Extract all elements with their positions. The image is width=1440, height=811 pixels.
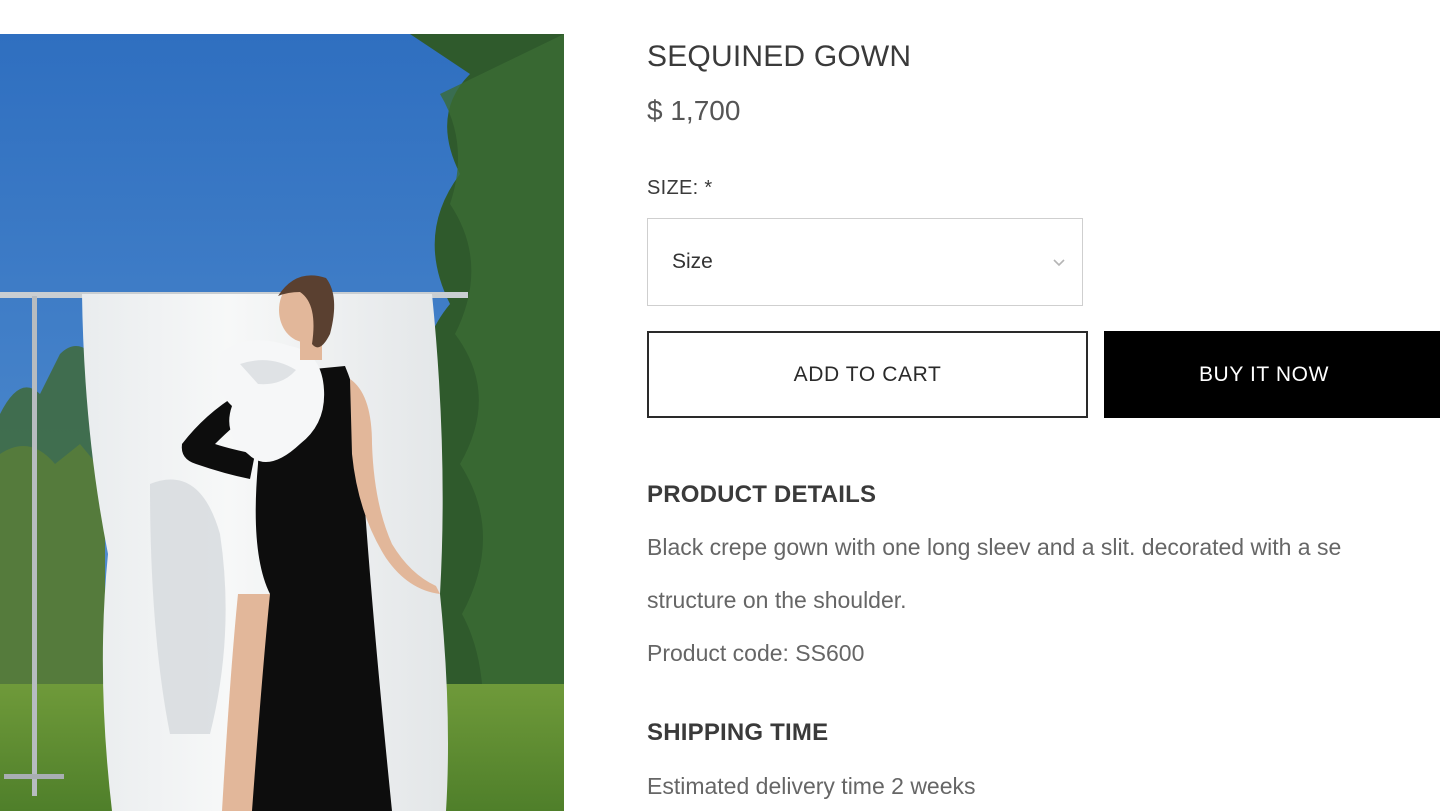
product-code: Product code: SS600 [647,640,865,666]
add-to-cart-label: ADD TO CART [793,362,942,386]
delivery-estimate: Estimated delivery time 2 weeks [647,773,976,799]
product-details-heading: PRODUCT DETAILS [647,481,877,508]
size-label: SIZE: * [647,177,713,199]
product-description-line-1: Black crepe gown with one long sleev and… [647,534,1342,560]
product-info: SEQUINED GOWN $ 1,700 SIZE: * Size ADD T… [647,0,1440,811]
size-select-value: Size [672,250,713,273]
product-image[interactable] [0,34,564,811]
size-select[interactable]: Size [647,218,1083,306]
buy-now-button[interactable]: BUY IT NOW [1104,331,1440,418]
chevron-down-icon [1053,259,1065,267]
product-price: $ 1,700 [647,95,741,126]
product-title: SEQUINED GOWN [647,40,912,73]
buy-now-label: BUY IT NOW [1198,362,1330,386]
product-description-line-2: structure on the shoulder. [647,587,907,613]
shipping-time-heading: SHIPPING TIME [647,719,829,746]
product-page: SEQUINED GOWN $ 1,700 SIZE: * Size ADD T… [0,0,1440,811]
add-to-cart-button[interactable]: ADD TO CART [647,331,1088,418]
